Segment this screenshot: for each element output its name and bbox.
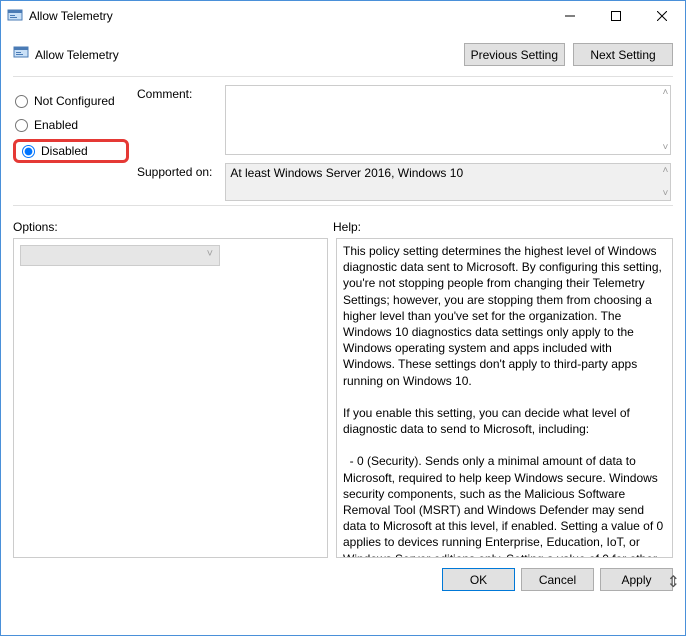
comment-label: Comment: xyxy=(137,85,222,101)
radio-not-configured[interactable]: Not Configured xyxy=(13,89,129,113)
divider xyxy=(13,76,673,77)
help-text: This policy setting determines the highe… xyxy=(343,243,666,558)
radio-disabled-label: Disabled xyxy=(41,144,88,158)
cancel-button[interactable]: Cancel xyxy=(521,568,594,591)
radio-enabled[interactable]: Enabled xyxy=(13,113,129,137)
divider xyxy=(13,205,673,206)
scroll-down-icon: ˅ xyxy=(663,142,669,153)
scroll-down-icon: ˅ xyxy=(663,188,669,199)
supported-on-field: At least Windows Server 2016, Windows 10 xyxy=(225,163,671,201)
resize-grip-icon[interactable]: ⇕ xyxy=(667,572,680,592)
help-panel[interactable]: This policy setting determines the highe… xyxy=(336,238,673,558)
policy-icon xyxy=(7,8,23,24)
minimize-button[interactable] xyxy=(547,1,593,31)
next-setting-button[interactable]: Next Setting xyxy=(573,43,673,66)
close-button[interactable] xyxy=(639,1,685,31)
radio-enabled-label: Enabled xyxy=(34,118,78,132)
policy-header: Allow Telemetry xyxy=(13,45,456,64)
radio-enabled-input[interactable] xyxy=(15,119,28,132)
ok-button[interactable]: OK xyxy=(442,568,515,591)
maximize-button[interactable] xyxy=(593,1,639,31)
radio-disabled-input[interactable] xyxy=(22,145,35,158)
window-title: Allow Telemetry xyxy=(29,9,547,23)
radio-disabled[interactable]: Disabled xyxy=(13,139,129,163)
options-panel xyxy=(13,238,328,558)
apply-button[interactable]: Apply xyxy=(600,568,673,591)
options-dropdown-disabled xyxy=(20,245,220,266)
previous-setting-button[interactable]: Previous Setting xyxy=(464,43,565,66)
comment-input[interactable] xyxy=(225,85,671,155)
scroll-up-icon: ˄ xyxy=(663,87,669,98)
help-label: Help: xyxy=(333,220,361,234)
radio-not-configured-label: Not Configured xyxy=(34,94,115,108)
radio-not-configured-input[interactable] xyxy=(15,95,28,108)
supported-on-label: Supported on: xyxy=(137,163,222,179)
scroll-up-icon: ˄ xyxy=(663,165,669,176)
titlebar: Allow Telemetry xyxy=(1,1,685,31)
policy-title-text: Allow Telemetry xyxy=(35,48,119,62)
options-label: Options: xyxy=(13,220,333,234)
policy-icon xyxy=(13,45,29,64)
